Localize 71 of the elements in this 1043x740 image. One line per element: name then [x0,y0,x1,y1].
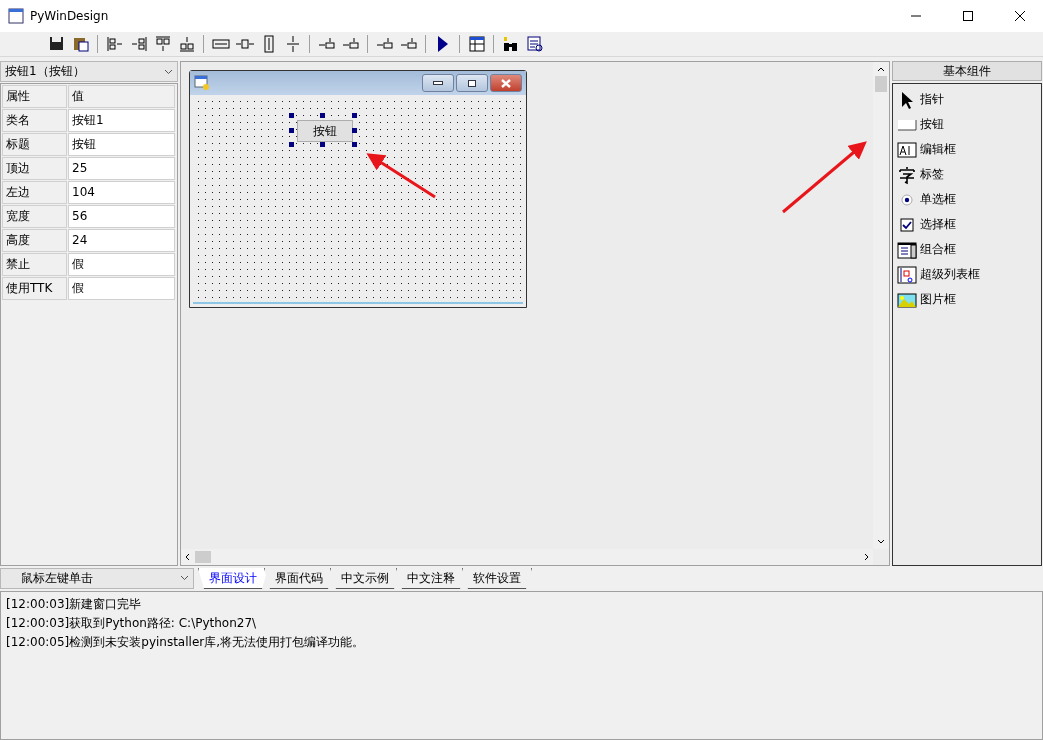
annotation-arrow [366,153,436,199]
dropdown-caret-icon [180,575,189,581]
resize-handle[interactable] [352,113,357,118]
resize-handle[interactable] [289,113,294,118]
palette-item[interactable]: 单选框 [920,191,956,208]
palette-item[interactable]: 按钮 [920,116,944,133]
property-value[interactable]: 104 [68,181,175,204]
form-button[interactable]: 按钮 [297,120,353,142]
dropdown-caret-icon [164,68,173,75]
column-header: 值 [68,85,175,108]
toolbar-button[interactable] [466,33,487,55]
close-icon [1015,11,1025,21]
log-line: [12:00:03]获取到Python路径: C:\Python27\ [6,615,258,632]
tab[interactable]: 软件设置 [462,568,532,589]
property-name: 标题 [2,133,67,156]
property-value[interactable]: 按钮1 [68,109,175,132]
palette-item[interactable]: 选择框 [920,216,956,233]
listview-tool-icon [897,264,917,285]
preview-icon [524,34,545,54]
palette-item[interactable]: 超级列表框 [920,266,980,283]
toolbar-button[interactable] [524,33,545,55]
column-header: 属性 [2,85,67,108]
edit-tool-icon [897,139,917,160]
palette-item[interactable]: 指针 [920,91,944,108]
property-name: 类名 [2,109,67,132]
minimize-icon [433,81,443,85]
log-line: [12:00:05]检测到未安装pyinstaller库,将无法使用打包编译功能。 [6,634,366,651]
palette-item[interactable]: 图片框 [920,291,956,308]
property-value[interactable]: 24 [68,229,175,252]
property-name: 高度 [2,229,67,252]
property-value[interactable]: 按钮 [68,133,175,156]
table-icon [466,34,487,54]
vertical-scrollbar[interactable] [873,62,889,549]
palette-item[interactable]: 标签 [920,166,944,183]
form-maximize-button[interactable] [456,74,488,92]
maximize-icon [468,79,476,87]
property-name: 顶边 [2,157,67,180]
property-name: 禁止 [2,253,67,276]
event-dropdown[interactable]: 鼠标左键单击 [0,567,194,589]
scroll-thumb[interactable] [875,76,887,92]
form-close-button[interactable] [490,74,522,92]
resize-handle[interactable] [352,142,357,147]
property-name: 宽度 [2,205,67,228]
resize-handle[interactable] [320,142,325,147]
close-icon [501,78,511,88]
resize-handle[interactable] [289,128,294,133]
form-minimize-button[interactable] [422,74,454,92]
palette-header: 基本组件 [892,61,1042,81]
property-name: 左边 [2,181,67,204]
scroll-thumb[interactable] [195,551,211,563]
app-icon [8,8,24,24]
resize-handle[interactable] [352,128,357,133]
resize-handle[interactable] [320,113,325,118]
tab[interactable]: 界面设计 [198,568,268,589]
palette-item[interactable]: 组合框 [920,241,956,258]
horizontal-scrollbar[interactable] [181,549,873,565]
property-value[interactable]: 假 [68,277,175,300]
combo-tool-icon [897,239,917,260]
resize-handle[interactable] [289,142,294,147]
form-icon [194,75,210,91]
property-value[interactable]: 56 [68,205,175,228]
palette-item[interactable]: 编辑框 [920,141,956,158]
property-value[interactable]: 假 [68,253,175,276]
component-dropdown[interactable]: 按钮1（按钮） [0,61,178,82]
align-left-icon [104,34,125,54]
log-line: [12:00:03]新建窗口完毕 [6,596,143,613]
maximize-icon [963,11,973,21]
property-name: 使用TTK [2,277,67,300]
label-tool-icon [897,164,917,185]
window-title: PyWinDesign [30,9,110,23]
property-value[interactable]: 25 [68,157,175,180]
